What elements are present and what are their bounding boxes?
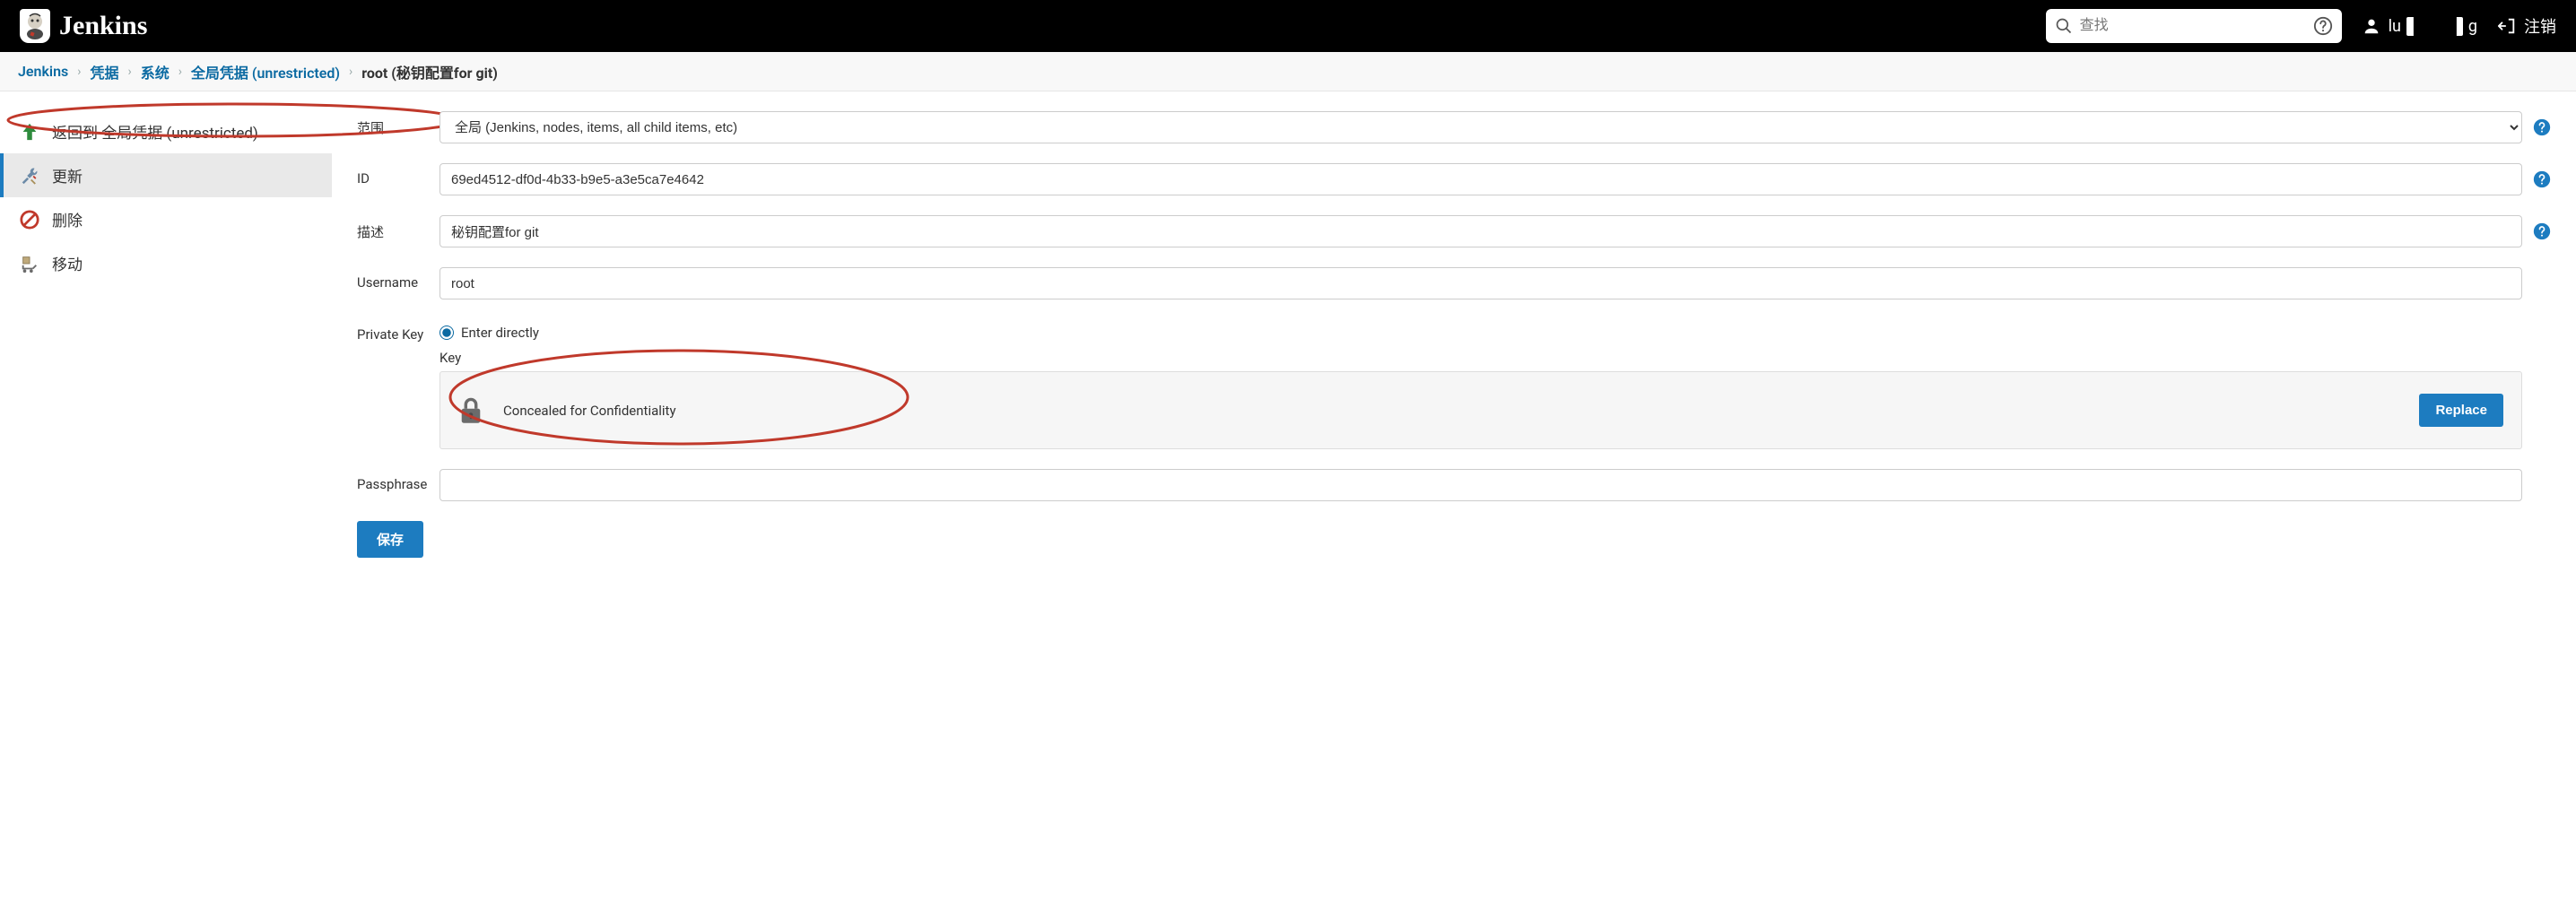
label-id: ID <box>357 163 439 187</box>
username-masked: ████ <box>2406 17 2463 36</box>
scope-select[interactable]: 全局 (Jenkins, nodes, items, all child ite… <box>439 111 2522 143</box>
topbar: Jenkins lu ████ g 注销 <box>0 0 2576 52</box>
breadcrumb-system[interactable]: 系统 <box>141 61 170 82</box>
logout-button[interactable]: 注销 <box>2497 14 2556 38</box>
search-icon <box>2055 17 2073 35</box>
row-username: Username <box>357 267 2551 299</box>
key-box: Concealed for Confidentiality Replace <box>439 371 2522 449</box>
enter-directly-radio[interactable] <box>439 325 454 340</box>
passphrase-input[interactable] <box>439 469 2522 501</box>
search-help-icon[interactable] <box>2313 16 2333 36</box>
help-icon[interactable] <box>2533 170 2551 188</box>
help-icon[interactable] <box>2533 222 2551 240</box>
username-suffix: g <box>2468 17 2477 36</box>
sidebar-item-delete[interactable]: 删除 <box>0 197 332 241</box>
sidebar-item-label: 更新 <box>52 164 83 187</box>
up-arrow-icon <box>20 122 39 142</box>
sidebar-item-label: 移动 <box>52 252 83 274</box>
replace-button[interactable]: Replace <box>2419 394 2503 427</box>
chevron-right-icon: › <box>77 65 81 79</box>
breadcrumb-global[interactable]: 全局凭据 (unrestricted) <box>191 61 340 82</box>
jenkins-logo-icon <box>20 9 50 43</box>
user-menu[interactable]: lu ████ g <box>2362 16 2477 36</box>
label-username: Username <box>357 267 439 291</box>
username-prefix: lu <box>2389 17 2401 36</box>
private-key-radio-row: Enter directly <box>439 319 2522 346</box>
enter-directly-label: Enter directly <box>461 325 539 341</box>
key-label: Key <box>439 350 2522 366</box>
row-scope: 范围 全局 (Jenkins, nodes, items, all child … <box>357 111 2551 143</box>
label-scope: 范围 <box>357 111 439 137</box>
breadcrumb: Jenkins › 凭据 › 系统 › 全局凭据 (unrestricted) … <box>0 52 2576 91</box>
sidebar-item-label: 删除 <box>52 208 83 230</box>
username-input[interactable] <box>439 267 2522 299</box>
row-passphrase: Passphrase <box>357 469 2551 501</box>
wrench-screwdriver-icon <box>20 166 39 186</box>
logout-icon <box>2497 16 2517 36</box>
sidebar-item-update[interactable]: 更新 <box>0 153 332 197</box>
main-form: 范围 全局 (Jenkins, nodes, items, all child … <box>332 91 2576 920</box>
description-input[interactable] <box>439 215 2522 247</box>
chevron-right-icon: › <box>178 65 182 79</box>
brand-text: Jenkins <box>59 11 147 41</box>
label-description: 描述 <box>357 215 439 241</box>
lock-icon <box>458 396 483 425</box>
search-container <box>2046 9 2342 43</box>
id-input[interactable] <box>439 163 2522 195</box>
save-button[interactable]: 保存 <box>357 521 423 558</box>
breadcrumb-jenkins[interactable]: Jenkins <box>18 63 68 80</box>
sidebar-item-label: 返回到 全局凭据 (unrestricted) <box>52 120 258 143</box>
brand-logo[interactable]: Jenkins <box>20 9 147 43</box>
sidebar: 返回到 全局凭据 (unrestricted) 更新 删除 <box>0 91 332 920</box>
row-description: 描述 <box>357 215 2551 247</box>
label-private-key: Private Key <box>357 319 439 343</box>
row-private-key: Private Key Enter directly Key <box>357 319 2551 449</box>
concealed-text: Concealed for Confidentiality <box>503 403 676 419</box>
breadcrumb-current: root (秘钥配置for git) <box>361 61 498 82</box>
chevron-right-icon: › <box>127 65 131 79</box>
chevron-right-icon: › <box>349 65 352 79</box>
label-passphrase: Passphrase <box>357 469 439 492</box>
breadcrumb-credentials[interactable]: 凭据 <box>90 61 118 82</box>
row-id: ID <box>357 163 2551 195</box>
search-input[interactable] <box>2046 9 2342 43</box>
help-icon[interactable] <box>2533 118 2551 136</box>
sidebar-item-back[interactable]: 返回到 全局凭据 (unrestricted) <box>0 109 332 153</box>
user-icon <box>2362 16 2381 36</box>
logout-label: 注销 <box>2524 14 2556 38</box>
no-entry-icon <box>20 210 39 230</box>
dolly-icon <box>20 254 39 273</box>
sidebar-item-move[interactable]: 移动 <box>0 241 332 285</box>
